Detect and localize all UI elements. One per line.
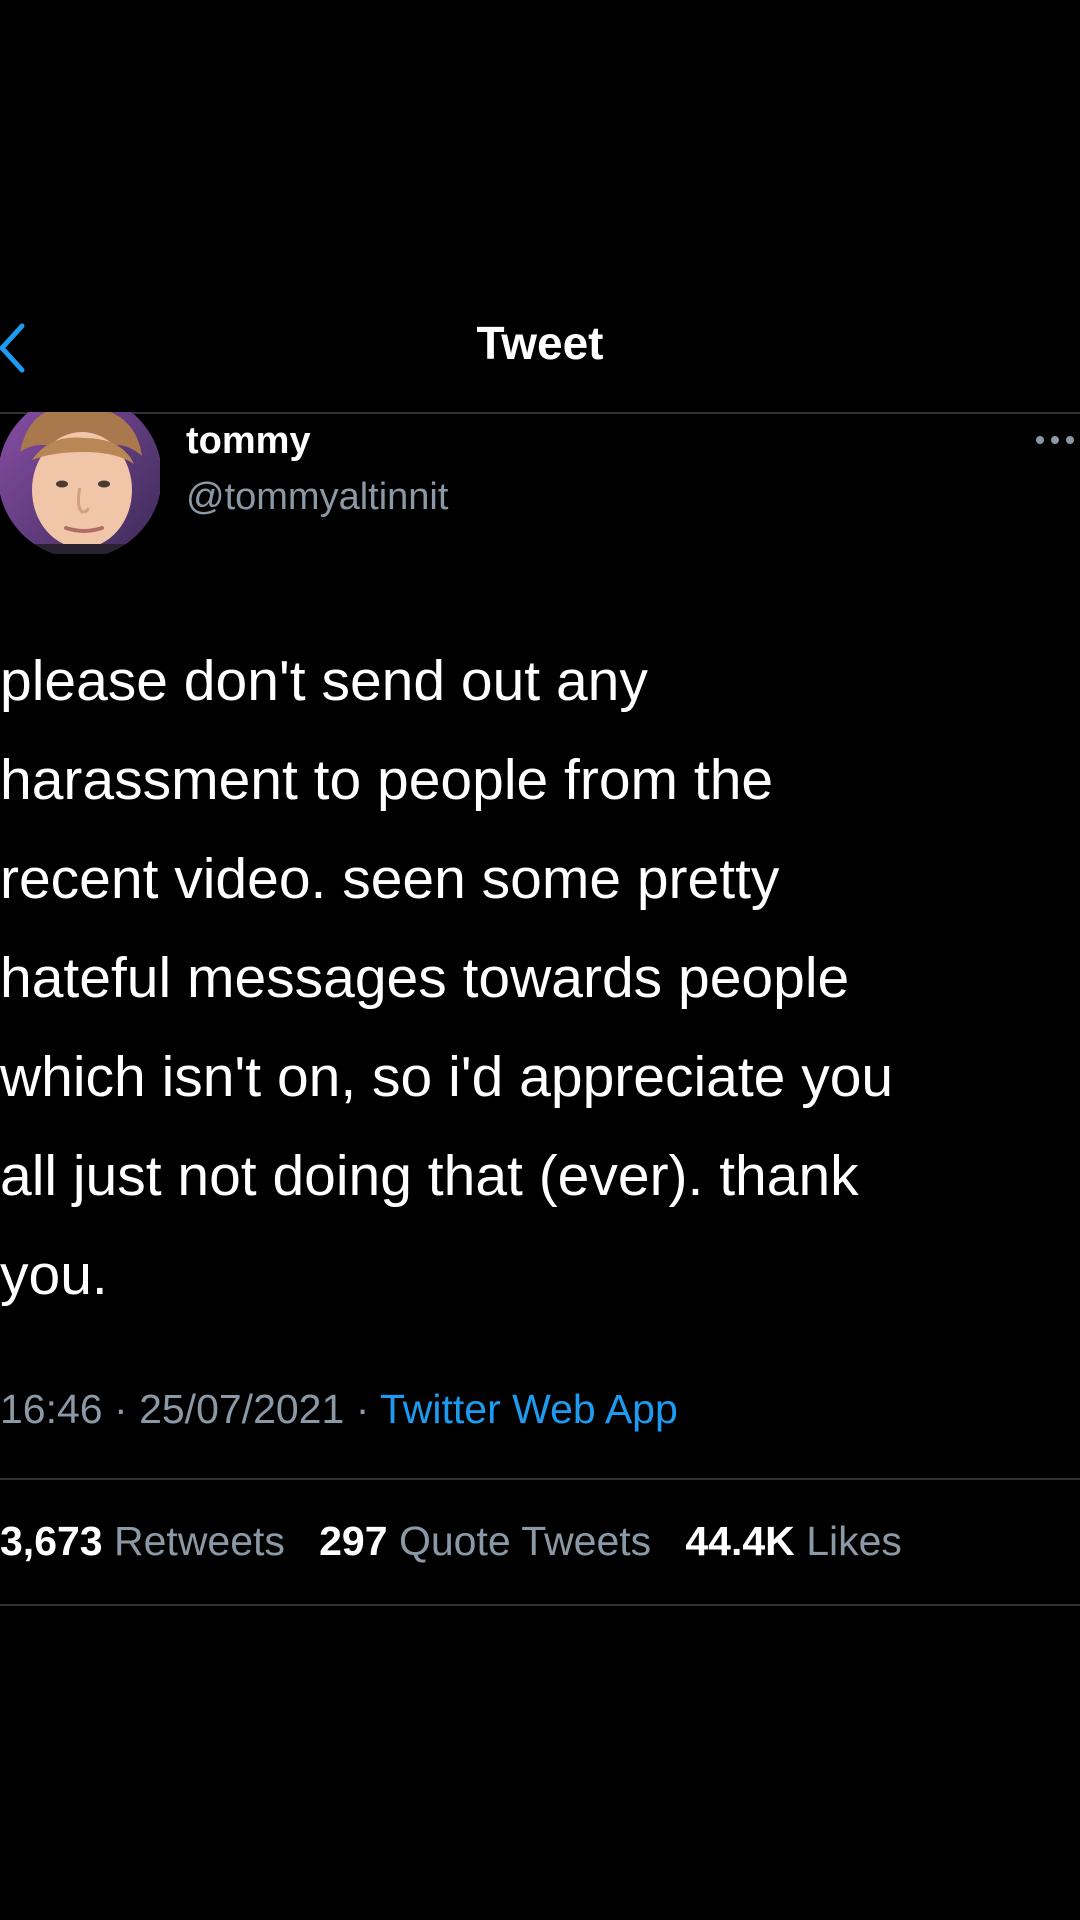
quote-tweets-stat[interactable]: 297 Quote Tweets <box>319 1518 651 1564</box>
top-bar: Tweet <box>0 300 1080 412</box>
quote-tweets-count: 297 <box>319 1518 388 1564</box>
tweet-text: please don't send out any harassment to … <box>0 649 894 1307</box>
retweets-label: Retweets <box>114 1518 285 1564</box>
stats-divider <box>0 1604 1080 1606</box>
quote-tweets-label: Quote Tweets <box>398 1518 652 1564</box>
meta-separator: · <box>355 1386 370 1432</box>
header-divider <box>0 412 1080 414</box>
meta-separator: · <box>114 1386 128 1432</box>
engagement-stats: 3,673 Retweets 297 Quote Tweets 44.4K Li… <box>0 1518 902 1565</box>
retweets-stat[interactable]: 3,673 Retweets <box>0 1518 285 1564</box>
tweet-metadata: 16:46 · 25/07/2021 · Twitter Web App <box>0 1386 678 1433</box>
more-options-button[interactable] <box>1030 428 1080 452</box>
meta-divider <box>0 1478 1080 1480</box>
tweet-source-link[interactable]: Twitter Web App <box>380 1386 678 1432</box>
likes-label: Likes <box>806 1518 902 1564</box>
author-display-name[interactable]: tommy <box>186 420 311 463</box>
likes-count: 44.4K <box>685 1518 795 1564</box>
avatar[interactable] <box>0 412 160 554</box>
tweet-date: 25/07/2021 <box>139 1386 345 1432</box>
likes-stat[interactable]: 44.4K Likes <box>685 1518 902 1564</box>
tweet-time: 16:46 <box>0 1386 103 1432</box>
author-handle[interactable]: @tommyaltinnit <box>186 476 448 519</box>
more-dots-icon <box>1036 436 1074 444</box>
page-title: Tweet <box>476 317 604 369</box>
retweets-count: 3,673 <box>0 1518 103 1564</box>
